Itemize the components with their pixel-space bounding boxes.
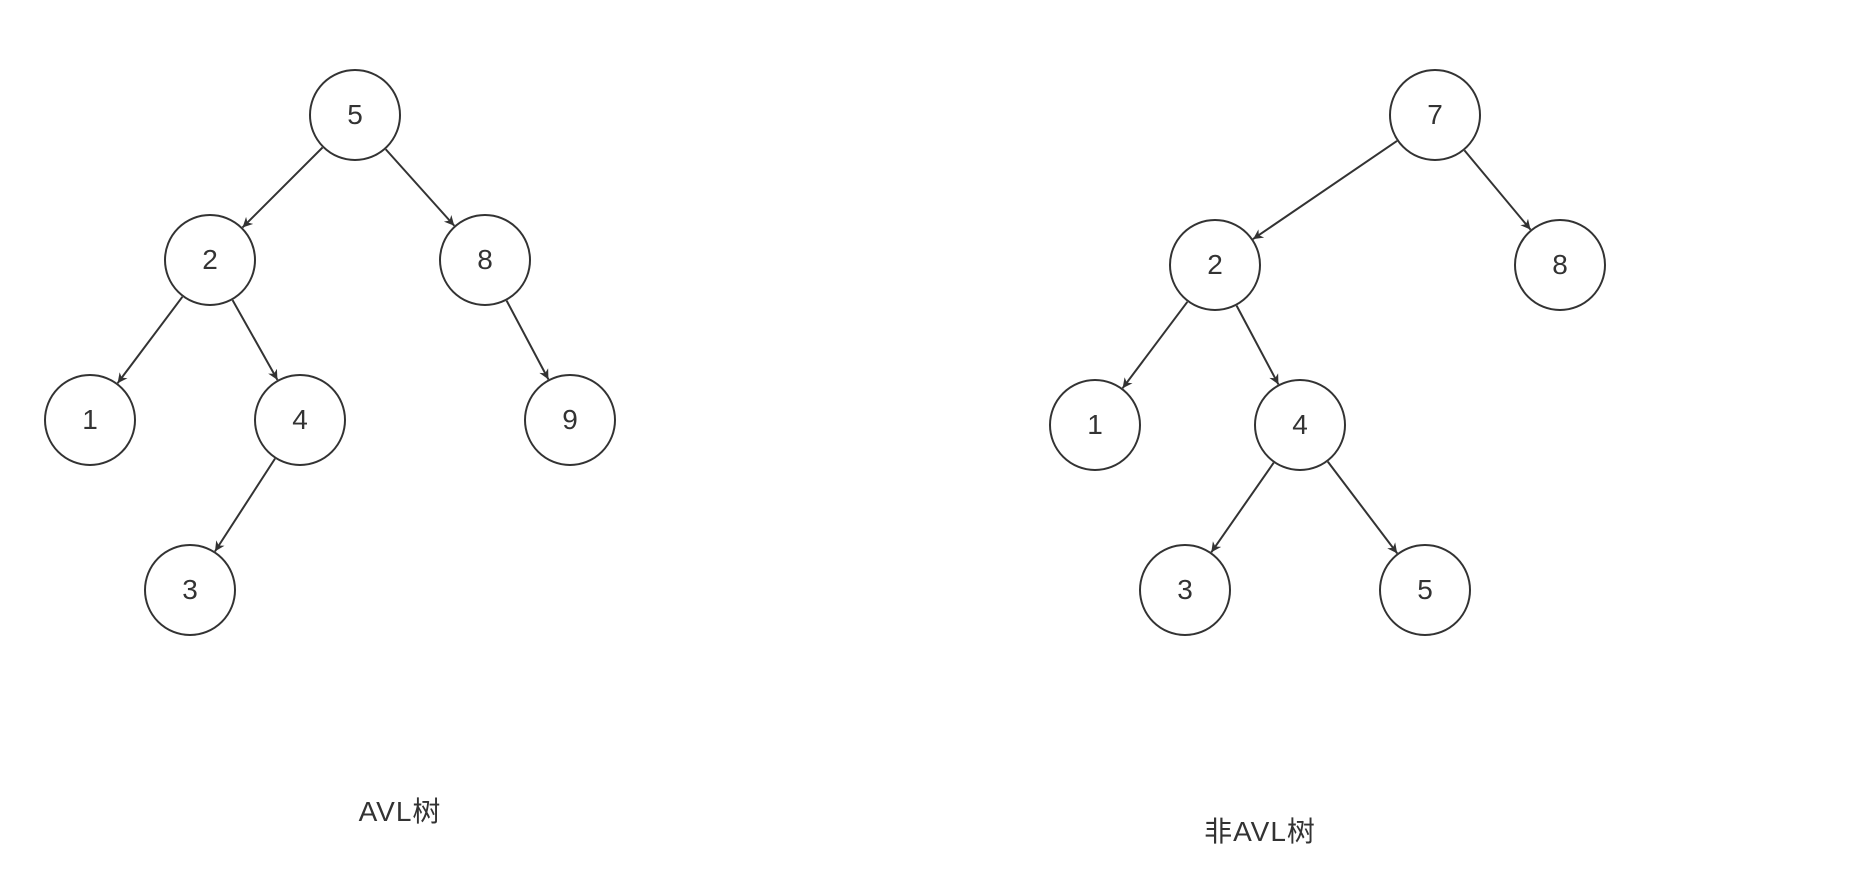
tree-caption: 非AVL树 [1204,810,1316,850]
tree-edge [215,459,275,552]
tree-node-2: 2 [1169,219,1261,311]
tree-node-label: 8 [477,244,493,276]
tree-node-5: 5 [309,69,401,161]
tree-node-8: 8 [1514,219,1606,311]
tree-node-label: 3 [182,574,198,606]
tree-node-8: 8 [439,214,531,306]
tree-edge [243,148,323,228]
tree-node-4: 4 [254,374,346,466]
tree-node-3: 3 [1139,544,1231,636]
tree-edge [1211,463,1273,553]
tree-node-label: 5 [347,99,363,131]
tree-caption: AVL树 [359,790,442,830]
tree-node-label: 2 [202,244,218,276]
tree-node-label: 7 [1427,99,1443,131]
tree-node-2: 2 [164,214,256,306]
tree-edge [118,297,183,383]
tree-node-5: 5 [1379,544,1471,636]
tree-node-label: 4 [1292,409,1308,441]
tree-node-label: 8 [1552,249,1568,281]
tree-node-label: 1 [1087,409,1103,441]
tree-edge [386,149,455,225]
tree-node-label: 3 [1177,574,1193,606]
tree-node-label: 4 [292,404,308,436]
tree-edge [233,300,278,380]
tree-edge [1253,141,1397,239]
tree-node-label: 2 [1207,249,1223,281]
tree-node-7: 7 [1389,69,1481,161]
diagram-canvas: 52814937281435 AVL树非AVL树 [0,0,1852,890]
tree-edge [1123,302,1188,388]
tree-node-9: 9 [524,374,616,466]
tree-edge [1237,306,1279,385]
tree-node-1: 1 [1049,379,1141,471]
tree-node-label: 1 [82,404,98,436]
tree-node-label: 5 [1417,574,1433,606]
tree-edge [1464,150,1530,229]
tree-node-label: 9 [562,404,578,436]
tree-node-4: 4 [1254,379,1346,471]
tree-node-1: 1 [44,374,136,466]
tree-edge [507,301,549,380]
tree-node-3: 3 [144,544,236,636]
tree-edge [1328,462,1397,554]
